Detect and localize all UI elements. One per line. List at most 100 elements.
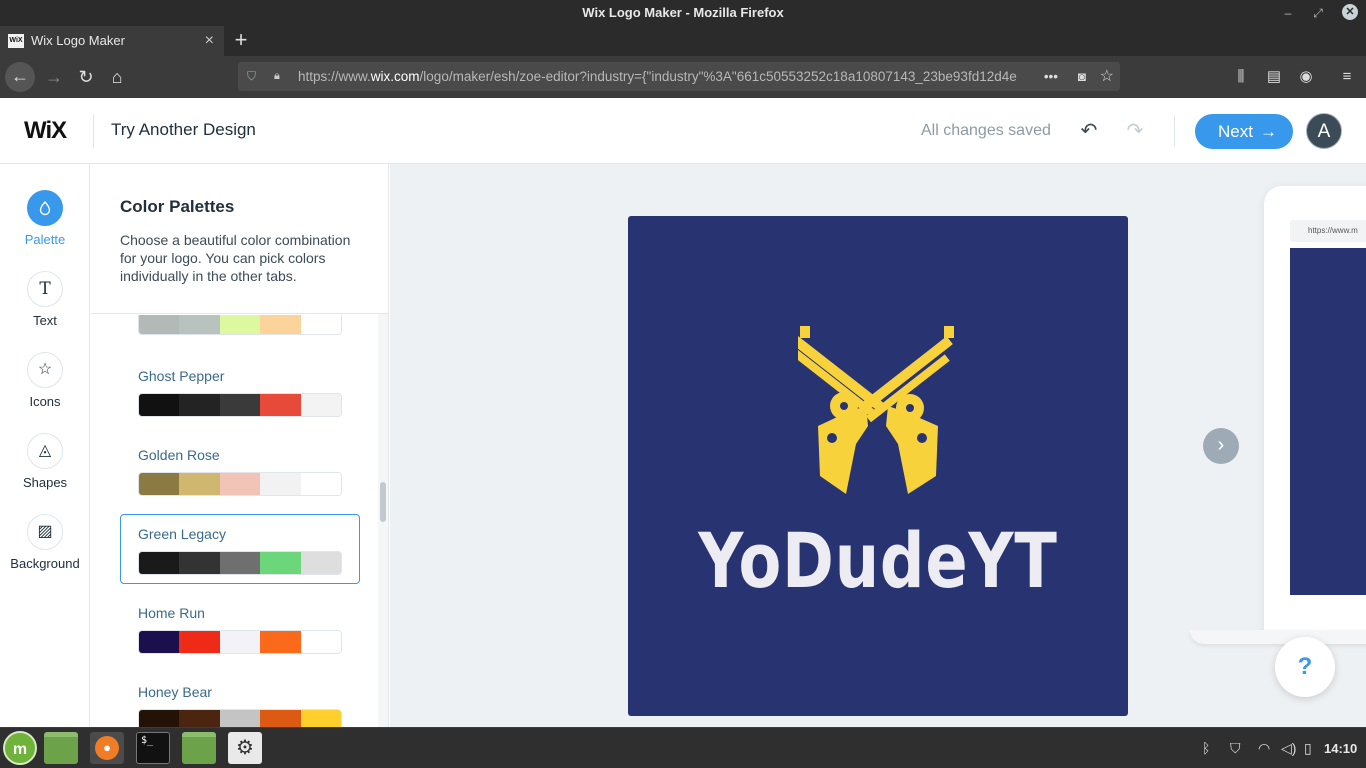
save-status: All changes saved bbox=[921, 122, 1051, 139]
reload-icon[interactable]: ↻ bbox=[72, 63, 100, 91]
swatch bbox=[219, 315, 261, 334]
settings-gear-icon[interactable]: ⚙ bbox=[228, 732, 262, 764]
swatch bbox=[139, 473, 180, 495]
browser-tab[interactable]: WiX Wix Logo Maker × bbox=[0, 26, 224, 56]
panel-title: Color Palettes bbox=[120, 197, 235, 216]
palette-option-home-run[interactable]: Home Run bbox=[120, 593, 360, 663]
library-icon[interactable]: ⫼ bbox=[1229, 63, 1253, 91]
volume-icon[interactable]: ◁) bbox=[1281, 728, 1296, 768]
next-button[interactable]: Next → bbox=[1195, 114, 1293, 149]
swatch bbox=[219, 552, 261, 574]
files-icon[interactable] bbox=[182, 732, 216, 764]
palette-option-ghost-pepper[interactable]: Ghost Pepper bbox=[120, 356, 360, 426]
back-icon[interactable]: ← bbox=[5, 62, 35, 92]
palette-name: Home Run bbox=[138, 605, 205, 621]
swatch bbox=[260, 710, 301, 727]
palette-swatches bbox=[138, 472, 342, 496]
panel-scrollbar-thumb[interactable] bbox=[380, 482, 386, 522]
swatch bbox=[300, 394, 341, 416]
star-icon: ☆ bbox=[27, 352, 63, 388]
rail-item-background[interactable]: ▨ Background bbox=[0, 514, 90, 584]
clock[interactable]: 14:10 bbox=[1324, 728, 1357, 768]
swatch bbox=[179, 631, 220, 653]
firefox-icon[interactable]: ● bbox=[90, 732, 124, 764]
pocket-icon[interactable]: ◙ bbox=[1078, 62, 1086, 91]
home-icon[interactable]: ⌂ bbox=[103, 63, 131, 91]
mint-menu-icon[interactable]: m bbox=[3, 731, 37, 765]
bookmark-star-icon[interactable]: ☆ bbox=[1100, 62, 1114, 91]
folder-icon[interactable] bbox=[44, 732, 78, 764]
swatch bbox=[260, 473, 301, 495]
tab-title: Wix Logo Maker bbox=[31, 33, 125, 48]
device-mockup: https://www.m bbox=[1190, 186, 1366, 644]
wix-logo[interactable]: WiX bbox=[24, 118, 67, 144]
window-title: Wix Logo Maker - Mozilla Firefox bbox=[582, 5, 784, 20]
rail-item-shapes[interactable]: ◬ Shapes bbox=[0, 433, 90, 503]
help-button[interactable]: ? bbox=[1275, 637, 1335, 697]
restore-icon[interactable]: ⤢ bbox=[1308, 0, 1328, 26]
palette-swatches bbox=[138, 630, 342, 654]
tracking-shield-icon[interactable]: ⛉ bbox=[247, 69, 261, 84]
close-window-icon[interactable]: ✕ bbox=[1342, 4, 1358, 20]
account-icon[interactable]: ◉ bbox=[1294, 63, 1318, 91]
rail-item-icons[interactable]: ☆ Icons bbox=[0, 352, 90, 422]
swatch bbox=[300, 552, 341, 574]
palette-option-honey-bear[interactable]: Honey Bear bbox=[120, 672, 360, 727]
swatch bbox=[139, 631, 180, 653]
minimize-icon[interactable]: – bbox=[1278, 0, 1298, 26]
background-icon: ▨ bbox=[27, 514, 63, 550]
url-domain: wix.com bbox=[370, 69, 420, 84]
menu-icon[interactable]: ≡ bbox=[1335, 63, 1359, 91]
swatch bbox=[139, 315, 180, 334]
palette-option-green-legacy[interactable]: Green Legacy bbox=[120, 514, 360, 584]
rail-label: Text bbox=[33, 313, 57, 328]
swatch bbox=[219, 473, 261, 495]
swatch bbox=[260, 631, 301, 653]
battery-icon[interactable]: ▯ bbox=[1304, 728, 1312, 768]
swatch bbox=[219, 710, 261, 727]
swatch bbox=[179, 710, 220, 727]
mockup-screen bbox=[1290, 248, 1366, 595]
swatch bbox=[219, 394, 261, 416]
swatch bbox=[179, 315, 220, 334]
logo-text[interactable]: YoDudeYT bbox=[673, 516, 1083, 605]
page-actions-icon[interactable]: ••• bbox=[1044, 62, 1058, 91]
forward-icon[interactable]: → bbox=[40, 63, 68, 91]
bluetooth-icon[interactable]: ᛒ bbox=[1202, 728, 1210, 768]
next-label: Next bbox=[1218, 122, 1253, 141]
panel-header: Color Palettes Choose a beautiful color … bbox=[91, 164, 388, 314]
swatch bbox=[260, 315, 301, 334]
try-another-design-link[interactable]: Try Another Design bbox=[111, 120, 256, 140]
avatar[interactable]: A bbox=[1306, 113, 1342, 149]
swatch bbox=[300, 473, 341, 495]
new-tab-icon[interactable]: + bbox=[230, 26, 252, 56]
sidebar-icon[interactable]: ▤ bbox=[1262, 63, 1286, 91]
shield-icon[interactable]: ⛉ bbox=[1230, 728, 1241, 768]
rail-item-palette[interactable]: Palette bbox=[0, 190, 90, 260]
lock-icon[interactable]: 🔒︎ bbox=[274, 70, 285, 82]
rail-label: Icons bbox=[29, 394, 61, 409]
terminal-icon[interactable]: $_ bbox=[136, 732, 170, 764]
browser-navbar: ← → ↻ ⌂ ⛉ 🔒︎ https://www.wix.com/logo/ma… bbox=[0, 56, 1366, 98]
palette-option-golden-rose[interactable]: Golden Rose bbox=[120, 435, 360, 505]
palette-option[interactable] bbox=[120, 314, 360, 335]
logo-preview[interactable]: YoDudeYT bbox=[628, 216, 1128, 716]
close-tab-icon[interactable]: × bbox=[205, 26, 214, 56]
swatch bbox=[139, 552, 180, 574]
rail-item-text[interactable]: T Text bbox=[0, 271, 90, 341]
swatch bbox=[300, 315, 341, 334]
redo-icon[interactable]: ↷ bbox=[1123, 118, 1147, 142]
url-bar[interactable]: ⛉ 🔒︎ https://www.wix.com/logo/maker/esh/… bbox=[238, 62, 1120, 91]
wifi-icon[interactable]: ◠ bbox=[1258, 728, 1270, 768]
undo-icon[interactable]: ↶ bbox=[1077, 118, 1101, 142]
header-divider bbox=[93, 114, 94, 148]
rail-label: Background bbox=[10, 556, 80, 571]
swatch bbox=[179, 552, 220, 574]
swatch bbox=[179, 394, 220, 416]
swatch bbox=[300, 710, 341, 727]
color-palettes-panel: Color Palettes Choose a beautiful color … bbox=[91, 164, 389, 727]
wix-favicon-icon: WiX bbox=[8, 34, 24, 48]
chevron-right-icon[interactable]: › bbox=[1203, 428, 1239, 464]
rail-label: Palette bbox=[24, 232, 66, 247]
swatch bbox=[139, 710, 180, 727]
